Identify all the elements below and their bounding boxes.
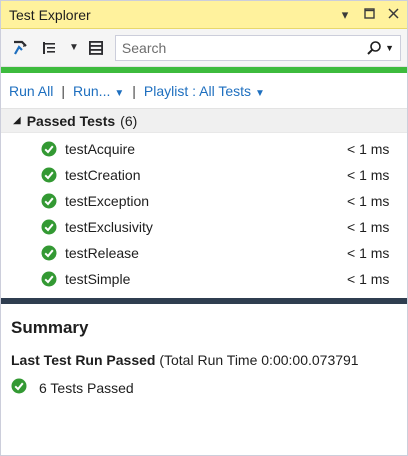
check-icon <box>41 271 57 290</box>
test-row[interactable]: testRelease < 1 ms <box>1 240 407 266</box>
test-duration: < 1 ms <box>347 219 390 235</box>
search-input[interactable] <box>121 39 363 56</box>
check-icon <box>41 193 57 212</box>
group-label: Passed Tests <box>26 112 116 129</box>
test-duration: < 1 ms <box>347 245 390 261</box>
test-name: testRelease <box>65 245 139 261</box>
test-row[interactable]: testCreation < 1 ms <box>1 162 407 188</box>
action-bar: Run All | Run... ▼ | Playlist : All Tests… <box>1 73 407 109</box>
check-icon <box>41 141 57 160</box>
group-by-icon[interactable] <box>37 36 65 60</box>
run-menu-link[interactable]: Run... ▼ <box>73 83 124 99</box>
summary-panel: Summary Last Test Run Passed (Total Run … <box>1 304 407 397</box>
test-name: testException <box>65 193 150 209</box>
search-icon[interactable] <box>366 40 382 56</box>
test-duration: < 1 ms <box>347 141 390 157</box>
list-icon[interactable] <box>83 36 109 60</box>
check-icon <box>41 167 57 186</box>
collapse-triangle-icon[interactable]: ◢ <box>13 115 21 126</box>
last-run-line: Last Test Run Passed (Total Run Time 0:0… <box>11 352 397 368</box>
test-name: testCreation <box>65 167 141 183</box>
last-run-detail: (Total Run Time 0:00:00.073791 <box>159 352 359 368</box>
test-list: testAcquire < 1 ms testCreation < 1 ms testE… <box>1 133 407 292</box>
run-all-link[interactable]: Run All <box>9 83 53 99</box>
run-settings-icon[interactable] <box>7 36 33 60</box>
toolbar: ▼ ▼ <box>1 29 407 67</box>
test-explorer-window: Test Explorer ▾ ▼ Search ▼ Run All | Run… <box>0 0 408 456</box>
test-name: testSimple <box>65 271 131 287</box>
test-name: testExclusivity <box>65 219 153 235</box>
playlist-label: Playlist : All Tests <box>143 82 252 99</box>
window-title: Test Explorer <box>9 6 91 23</box>
chevron-down-icon: ▼ <box>255 87 265 99</box>
run-menu-label: Run... <box>73 82 111 99</box>
test-row[interactable]: testSimple < 1 ms <box>1 266 407 292</box>
pin-dropdown-icon[interactable]: ▾ <box>337 7 353 23</box>
passed-count-text: 6 Tests Passed <box>39 379 134 396</box>
passed-count-line[interactable]: 6 Tests Passed <box>11 378 397 397</box>
last-run-label[interactable]: Last Test Run Passed <box>11 352 155 368</box>
title-controls: ▾ <box>337 7 401 23</box>
check-icon <box>11 378 27 397</box>
test-row[interactable]: testAcquire < 1 ms <box>1 136 407 162</box>
summary-heading: Summary <box>11 318 89 337</box>
test-row[interactable]: testException < 1 ms <box>1 188 407 214</box>
group-by-dropdown-icon[interactable]: ▼ <box>65 36 83 60</box>
test-duration: < 1 ms <box>347 271 390 287</box>
passed-tests-group[interactable]: ◢ Passed Tests (6) <box>1 109 407 133</box>
playlist-menu-link[interactable]: Playlist : All Tests ▼ <box>144 83 265 99</box>
test-row[interactable]: testExclusivity < 1 ms <box>1 214 407 240</box>
check-icon <box>41 245 57 264</box>
close-icon[interactable] <box>385 7 401 22</box>
divider: | <box>61 82 65 99</box>
maximize-icon[interactable] <box>361 7 377 22</box>
title-bar: Test Explorer ▾ <box>1 1 407 29</box>
divider: | <box>132 82 136 99</box>
test-name: testAcquire <box>65 141 136 157</box>
search-dropdown-icon[interactable]: ▼ <box>385 43 394 53</box>
test-duration: < 1 ms <box>347 193 390 209</box>
chevron-down-icon: ▼ <box>114 87 125 99</box>
check-icon <box>41 219 57 238</box>
test-duration: < 1 ms <box>347 167 390 183</box>
group-count: (6) <box>120 112 138 129</box>
search-box[interactable]: ▼ <box>114 34 401 61</box>
